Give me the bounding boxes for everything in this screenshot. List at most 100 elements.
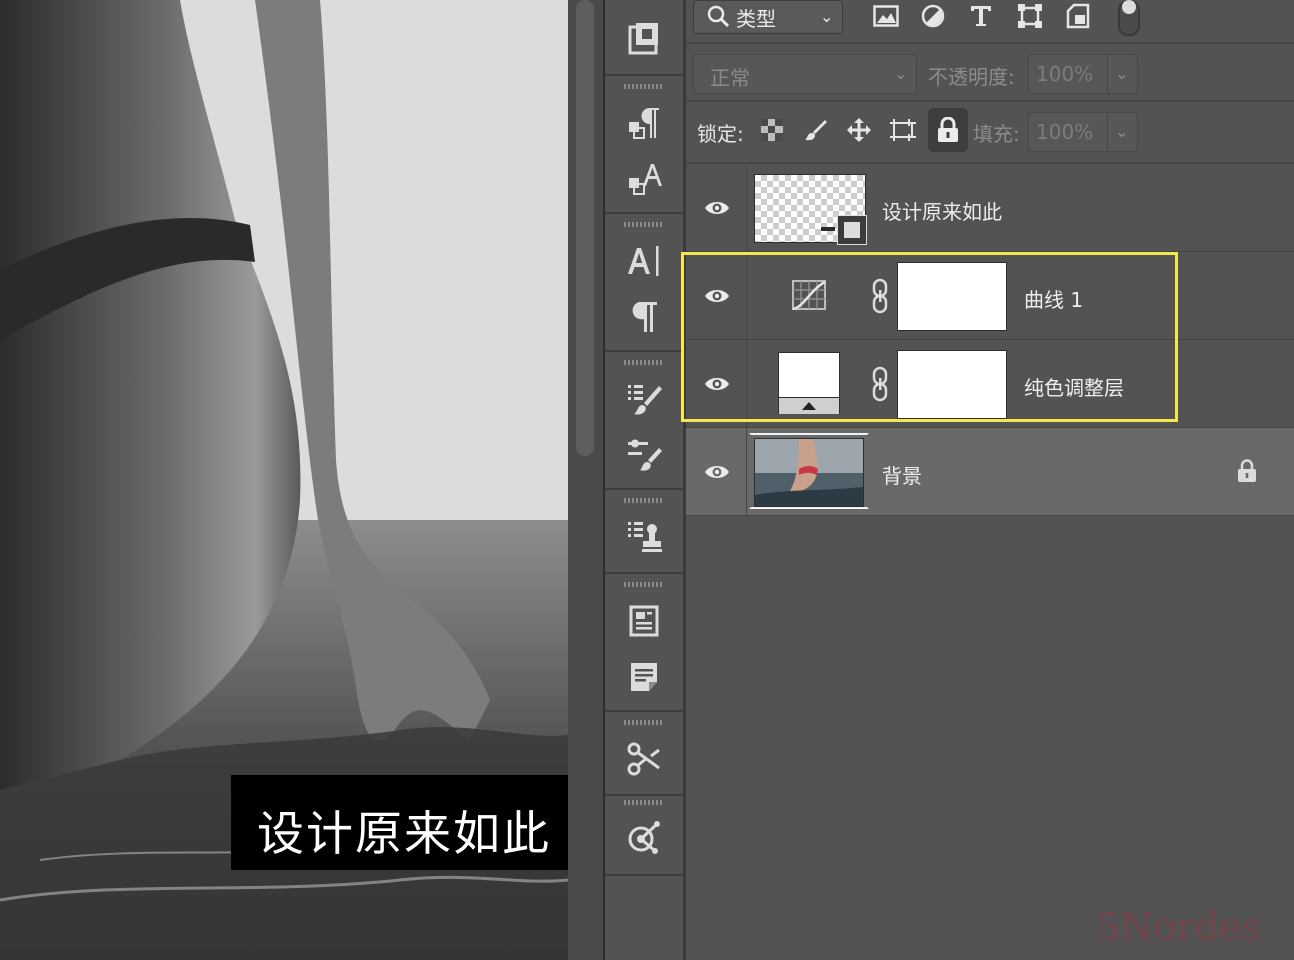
chevron-down-icon[interactable]: ⌄ xyxy=(1115,64,1128,83)
fill-value: 100% xyxy=(1036,120,1094,144)
panel-grip[interactable] xyxy=(624,800,664,805)
opacity-label: 不透明度: xyxy=(928,65,1015,89)
checkerboard-icon xyxy=(761,119,783,141)
filter-shape-layers-button[interactable] xyxy=(1015,2,1045,30)
fill-label: 填充: xyxy=(973,122,1020,146)
filter-pixel-layers-button[interactable] xyxy=(871,2,901,30)
clone-source-button[interactable] xyxy=(623,516,665,558)
layer-row-smart-object[interactable]: 设计原来如此 xyxy=(686,164,1294,252)
lock-position-button[interactable] xyxy=(842,112,876,148)
layer-filter-toggle[interactable] xyxy=(1118,0,1140,36)
row-divider xyxy=(746,428,747,515)
tool-group-2 xyxy=(605,74,683,214)
toggle-knob xyxy=(1122,0,1136,14)
collapsed-panel-strip xyxy=(605,0,683,960)
panel-grip[interactable] xyxy=(624,84,664,89)
text-mark xyxy=(821,227,835,231)
layer-name[interactable]: 背景 xyxy=(882,460,922,489)
panel-grip[interactable] xyxy=(624,498,664,503)
lock-icon xyxy=(938,117,958,142)
watermark: 5Nordes xyxy=(1096,905,1261,949)
clone-stamp-icon xyxy=(628,522,662,552)
chevron-down-icon[interactable]: ⌄ xyxy=(1115,122,1128,141)
chevron-down-icon: ⌄ xyxy=(820,7,834,26)
lock-transparent-pixels-button[interactable] xyxy=(755,112,789,148)
paragraph-icon xyxy=(632,302,657,332)
opacity-value: 100% xyxy=(1036,62,1094,86)
paragraph-styles-button[interactable] xyxy=(623,102,665,144)
panel-grip[interactable] xyxy=(624,582,664,587)
canvas-scrollbar-thumb[interactable] xyxy=(576,0,594,456)
brush-presets-button[interactable] xyxy=(623,434,665,476)
layer-name[interactable]: 设计原来如此 xyxy=(882,196,1002,225)
field-split xyxy=(1107,113,1108,151)
paragraph-panel-button[interactable] xyxy=(623,296,665,338)
divider xyxy=(686,42,1294,44)
tool-group-7 xyxy=(605,710,683,796)
info-panel-button[interactable] xyxy=(623,600,665,642)
shape-transform-icon xyxy=(1018,4,1042,28)
character-panel-button[interactable] xyxy=(623,240,665,282)
tool-group-1 xyxy=(605,0,683,76)
tool-group-5 xyxy=(605,488,683,574)
field-split xyxy=(1107,55,1108,93)
chevron-down-icon: ⌄ xyxy=(894,64,908,83)
lock-artboard-button[interactable] xyxy=(886,112,920,148)
adjustment-circle-icon xyxy=(921,4,945,28)
history-panel-button[interactable] xyxy=(623,18,665,60)
layer-locked-icon[interactable] xyxy=(1237,459,1257,483)
visibility-eye-icon[interactable] xyxy=(704,459,730,485)
notes-icon xyxy=(631,663,657,691)
lock-all-button[interactable] xyxy=(928,108,968,152)
row-divider xyxy=(746,164,747,251)
canvas-overlay-text: 设计原来如此 xyxy=(257,807,551,862)
3d-panel-button[interactable] xyxy=(623,816,665,858)
paragraph-style-icon xyxy=(629,108,659,139)
tool-group-6 xyxy=(605,572,683,712)
character-styles-button[interactable] xyxy=(623,158,665,200)
canvas-text-layer[interactable]: 设计原来如此 xyxy=(231,775,568,870)
blend-mode-value: 正常 xyxy=(710,66,750,90)
layers-panel: 类型 ⌄ 正常 ⌄ 不透明度: 100% ⌄ 锁定: 填充: 100% ⌄ 设计… xyxy=(686,0,1294,960)
tool-presets-button[interactable] xyxy=(623,738,665,780)
character-icon xyxy=(628,246,659,276)
fill-field[interactable]: 100% ⌄ xyxy=(1028,112,1138,152)
smart-object-badge-icon xyxy=(837,215,867,245)
panel-grip[interactable] xyxy=(624,720,664,725)
opacity-field[interactable]: 100% ⌄ xyxy=(1028,54,1138,94)
highlight-annotation-box xyxy=(681,252,1178,422)
layer-filter-kind-label: 类型 xyxy=(736,6,776,31)
layer-filter-kind-select[interactable]: 类型 ⌄ xyxy=(693,0,843,34)
layer-row-background[interactable]: 背景 xyxy=(686,428,1294,516)
history-icon xyxy=(628,23,658,55)
brush-settings-icon xyxy=(628,385,662,415)
panel-grip[interactable] xyxy=(624,360,664,365)
brush-icon xyxy=(805,120,827,141)
panel-grip[interactable] xyxy=(624,222,664,227)
brush-settings-button[interactable] xyxy=(623,378,665,420)
smart-object-icon xyxy=(1066,3,1090,29)
move-icon xyxy=(847,118,871,142)
filter-type-layers-button[interactable] xyxy=(966,2,996,30)
document-canvas[interactable]: 设计原来如此 xyxy=(0,0,568,960)
divider xyxy=(686,100,1294,102)
image-icon xyxy=(873,5,899,27)
filter-adjustment-layers-button[interactable] xyxy=(918,2,948,30)
notes-panel-button[interactable] xyxy=(623,656,665,698)
artboard-icon xyxy=(890,119,916,141)
blend-mode-select[interactable]: 正常 ⌄ xyxy=(693,54,917,94)
badge-fill xyxy=(844,222,860,238)
properties-icon xyxy=(629,605,659,637)
brush-presets-icon xyxy=(628,439,662,471)
character-style-icon xyxy=(629,164,662,195)
tool-group-3 xyxy=(605,212,683,352)
layer-thumbnail[interactable] xyxy=(754,174,867,245)
filter-smart-objects-button[interactable] xyxy=(1063,2,1093,30)
search-icon xyxy=(707,5,730,28)
background-thumbnail[interactable] xyxy=(754,438,864,507)
type-icon xyxy=(971,6,991,26)
lock-image-pixels-button[interactable] xyxy=(799,112,833,148)
scissors-icon xyxy=(627,742,660,776)
lock-label: 锁定: xyxy=(697,122,744,146)
visibility-eye-icon[interactable] xyxy=(704,195,730,221)
